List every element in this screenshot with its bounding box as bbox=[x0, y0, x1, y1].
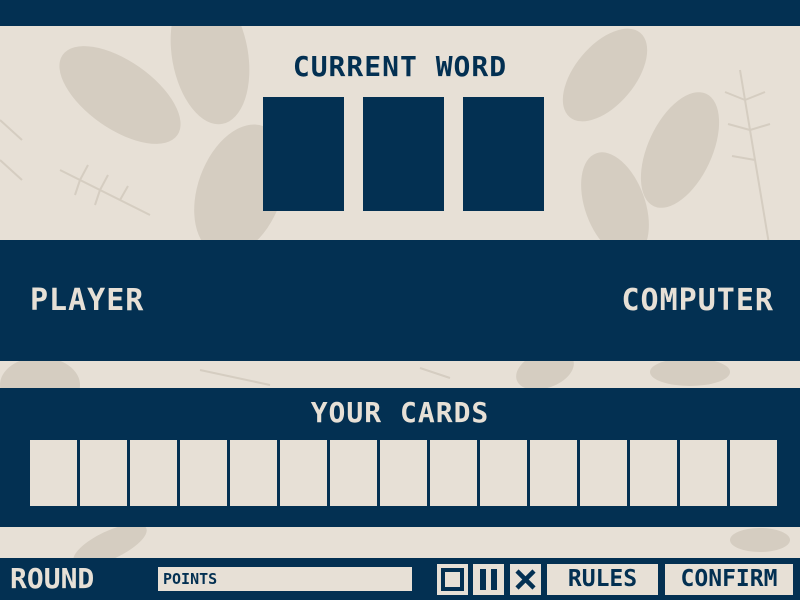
card-slot[interactable] bbox=[530, 440, 577, 506]
fullscreen-button[interactable] bbox=[437, 564, 468, 595]
card-slot[interactable] bbox=[480, 440, 527, 506]
current-word-title: CURRENT WORD bbox=[292, 50, 508, 83]
close-icon bbox=[515, 569, 536, 590]
cards-band: YOUR CARDS bbox=[0, 388, 800, 527]
confirm-button[interactable]: CONFIRM bbox=[665, 564, 793, 595]
word-letter-slot[interactable] bbox=[363, 97, 444, 211]
player-label: PLAYER bbox=[30, 283, 145, 318]
card-row bbox=[30, 440, 778, 506]
score-band: PLAYER COMPUTER bbox=[0, 240, 800, 361]
word-letter-slot[interactable] bbox=[263, 97, 344, 211]
card-slot[interactable] bbox=[580, 440, 627, 506]
rules-button[interactable]: RULES bbox=[547, 564, 658, 595]
top-bar bbox=[0, 0, 800, 26]
card-slot[interactable] bbox=[30, 440, 77, 506]
current-word-slots bbox=[263, 97, 545, 211]
card-slot[interactable] bbox=[730, 440, 777, 506]
round-label: ROUND bbox=[10, 562, 95, 595]
word-letter-slot[interactable] bbox=[463, 97, 544, 211]
card-slot[interactable] bbox=[280, 440, 327, 506]
card-slot[interactable] bbox=[80, 440, 127, 506]
card-slot[interactable] bbox=[330, 440, 377, 506]
your-cards-title: YOUR CARDS bbox=[310, 396, 490, 429]
card-slot[interactable] bbox=[130, 440, 177, 506]
card-slot[interactable] bbox=[680, 440, 727, 506]
fullscreen-icon bbox=[441, 568, 464, 591]
card-slot[interactable] bbox=[180, 440, 227, 506]
pause-icon bbox=[480, 569, 497, 590]
close-button[interactable] bbox=[510, 564, 541, 595]
card-slot[interactable] bbox=[230, 440, 277, 506]
card-slot[interactable] bbox=[430, 440, 477, 506]
computer-label: COMPUTER bbox=[621, 283, 774, 318]
pause-button[interactable] bbox=[473, 564, 504, 595]
card-slot[interactable] bbox=[380, 440, 427, 506]
points-field: POINTS bbox=[158, 567, 412, 591]
bottom-bar: ROUND POINTS RULES CONFIRM bbox=[0, 558, 800, 600]
card-slot[interactable] bbox=[630, 440, 677, 506]
